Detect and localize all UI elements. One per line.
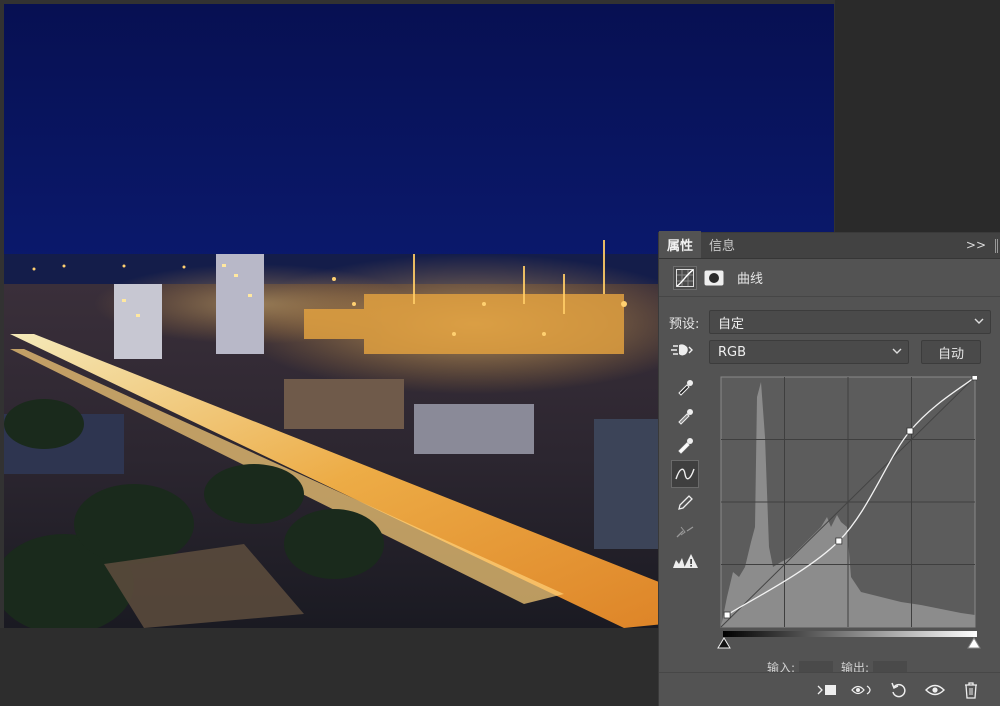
preset-label: 预设: xyxy=(669,316,700,332)
smooth-curve-icon[interactable] xyxy=(671,518,699,546)
eyedropper-white-icon[interactable] xyxy=(671,431,699,459)
hand-tool-icon[interactable] xyxy=(669,341,709,363)
curve-graph[interactable] xyxy=(719,373,979,628)
panel-tabs: 属性 信息 >> xyxy=(659,231,1000,259)
auto-button[interactable]: 自动 xyxy=(921,340,981,364)
input-gradient-bar xyxy=(723,631,977,637)
preset-dropdown[interactable]: 自定 xyxy=(709,310,991,334)
white-point-slider[interactable] xyxy=(967,637,981,653)
preset-row: 预设: 自定 xyxy=(669,309,991,335)
canvas-background xyxy=(835,0,1000,232)
panel-menu-icon[interactable] xyxy=(995,239,998,253)
chevron-down-icon xyxy=(974,316,984,329)
channel-row: RGB 自动 xyxy=(669,339,991,365)
panel-bottom-toolbar xyxy=(659,672,1000,706)
clip-to-layer-icon[interactable] xyxy=(809,676,845,704)
chevron-down-icon xyxy=(892,346,902,359)
properties-panel: 属性 信息 >> 曲线 预设: 自定 RGB 自动 输入: 输出: xyxy=(658,231,1000,706)
eye-icon[interactable] xyxy=(917,676,953,704)
adjustment-title: 曲线 xyxy=(737,272,764,287)
canvas-background-bottom xyxy=(0,628,660,706)
curves-adjustment-icon[interactable] xyxy=(673,265,697,290)
channel-value: RGB xyxy=(718,344,747,360)
view-previous-state-icon[interactable] xyxy=(845,676,881,704)
curve-control-point[interactable] xyxy=(723,611,731,619)
adjustment-header: 曲线 xyxy=(659,259,1000,297)
trash-icon[interactable] xyxy=(953,676,989,704)
tab-properties[interactable]: 属性 xyxy=(659,231,702,258)
preset-value: 自定 xyxy=(718,316,745,332)
channel-dropdown[interactable]: RGB xyxy=(709,340,909,364)
black-point-slider[interactable] xyxy=(717,637,731,653)
mask-icon[interactable] xyxy=(703,269,725,287)
tab-info[interactable]: 信息 xyxy=(701,231,743,258)
eyedropper-black-icon[interactable] xyxy=(671,373,699,401)
collapse-panel-button[interactable]: >> xyxy=(966,238,986,252)
curve-control-point[interactable] xyxy=(906,427,914,435)
curve-edit-icon[interactable] xyxy=(671,460,699,488)
reset-icon[interactable] xyxy=(881,676,917,704)
curve-tools xyxy=(671,373,699,576)
curve-control-point[interactable] xyxy=(835,537,843,545)
clipping-warning-icon[interactable] xyxy=(671,547,699,575)
pencil-icon[interactable] xyxy=(671,489,699,517)
eyedropper-gray-icon[interactable] xyxy=(671,402,699,430)
curve-control-point[interactable] xyxy=(971,373,979,381)
